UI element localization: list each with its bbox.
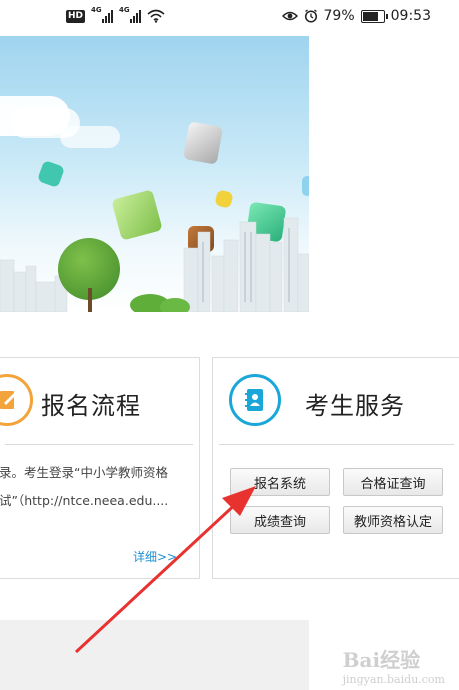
status-right: 79% 09:53 <box>281 8 431 24</box>
teal-cube-icon <box>36 159 66 189</box>
clock-time: 09:53 <box>390 8 431 24</box>
status-bar: HD 4G 4G 79% 09:53 <box>0 0 459 36</box>
registration-system-button[interactable]: 报名系统 <box>230 468 330 496</box>
alarm-icon <box>304 9 317 23</box>
process-text-line-2: 试”（http://ntce.neea.edu.... <box>0 493 169 508</box>
pencil-icon <box>0 374 33 426</box>
battery-icon <box>360 9 388 23</box>
tree-trunk <box>88 288 92 312</box>
candidate-service-card: 考生服务 报名系统 合格证查询 成绩查询 教师资格认定 <box>212 357 459 579</box>
baidu-watermark: Bai经验 jingyan.baidu.com <box>343 644 445 686</box>
background-area <box>309 36 459 312</box>
banner-image[interactable] <box>0 36 309 312</box>
wifi-icon <box>147 9 165 23</box>
watermark-url: jingyan.baidu.com <box>342 673 445 686</box>
blue-cube-icon <box>302 176 309 196</box>
cloud <box>60 126 120 148</box>
divider <box>5 444 193 445</box>
registration-process-title: 报名流程 <box>41 392 141 420</box>
piano-cube-icon <box>182 121 224 165</box>
detail-link[interactable]: 详细>> <box>133 548 177 565</box>
candidate-service-title: 考生服务 <box>305 392 405 420</box>
watermark-brand: Bai经验 <box>342 648 421 672</box>
bush <box>160 298 190 312</box>
network-type-label: 4G <box>91 6 102 14</box>
certificate-query-button[interactable]: 合格证查询 <box>343 468 443 496</box>
divider <box>219 444 454 445</box>
teacher-qualification-button[interactable]: 教师资格认定 <box>343 506 443 534</box>
contacts-book-icon <box>229 374 281 426</box>
signal-icon-2: 4G <box>119 6 142 23</box>
battery-percent: 79% <box>323 8 355 24</box>
footer-area <box>0 620 309 690</box>
network-type-label-2: 4G <box>119 6 130 14</box>
eye-icon <box>281 11 298 21</box>
hd-badge: HD <box>66 9 86 23</box>
score-query-button[interactable]: 成绩查询 <box>230 506 330 534</box>
signal-icon: 4G <box>91 6 114 23</box>
registration-process-card: 报名流程 录。考生登录“中小学教师资格 试”（http://ntce.neea.… <box>0 357 200 579</box>
process-text-line-1: 录。考生登录“中小学教师资格 <box>0 465 168 480</box>
status-left: HD 4G 4G <box>66 6 165 23</box>
card-header: 报名流程 <box>0 358 199 444</box>
card-header: 考生服务 <box>213 358 459 444</box>
